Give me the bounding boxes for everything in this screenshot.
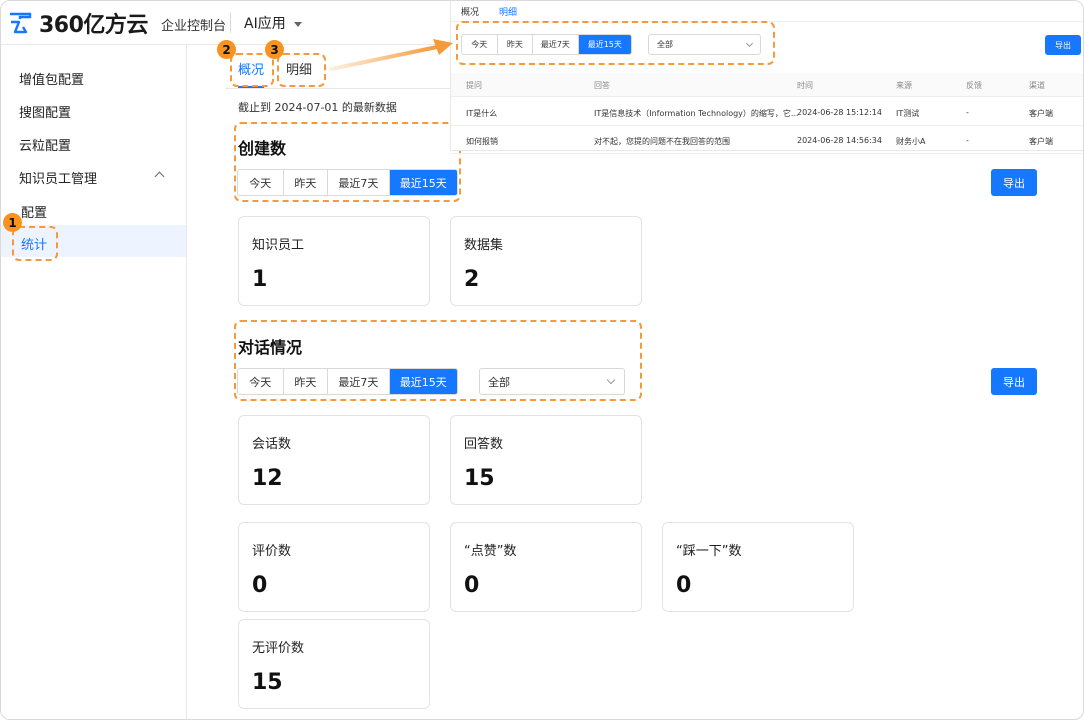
stat-card-datasets: 数据集 2 bbox=[450, 216, 642, 306]
dialog-export-button[interactable]: 导出 bbox=[991, 368, 1037, 395]
stat-label: 评价数 bbox=[252, 544, 292, 559]
table-row[interactable]: IT是什么 IT是信息技术（Information Technology）的缩写… bbox=[451, 98, 1083, 126]
create-export-button[interactable]: 导出 bbox=[991, 169, 1037, 196]
highlight-tab-overview bbox=[230, 53, 274, 87]
column-header-channel: 渠道 bbox=[1029, 81, 1045, 90]
cloud-logo-icon bbox=[10, 12, 32, 34]
stat-card-knowledge-staff: 知识员工 1 bbox=[238, 216, 430, 306]
console-label: 企业控制台 bbox=[161, 19, 227, 34]
cell-source: 财务小A bbox=[896, 137, 926, 146]
stat-value: 15 bbox=[252, 670, 283, 695]
stat-label: 知识员工 bbox=[252, 238, 305, 253]
cell-question: IT是什么 bbox=[466, 109, 498, 118]
stat-card-sessions: 会话数 12 bbox=[238, 415, 430, 505]
stat-card-answers: 回答数 15 bbox=[450, 415, 642, 505]
stat-label: 会话数 bbox=[252, 437, 292, 452]
cell-feedback: - bbox=[966, 136, 969, 145]
cell-time: 2024-06-28 15:12:14 bbox=[797, 108, 882, 117]
stat-card-no-rating: 无评价数 15 bbox=[238, 619, 430, 709]
stat-label: 数据集 bbox=[464, 238, 504, 253]
stat-value: 2 bbox=[464, 267, 480, 292]
stat-value: 1 bbox=[252, 267, 268, 292]
highlight-create-section bbox=[234, 122, 461, 202]
stat-card-likes: “点赞”数 0 bbox=[450, 522, 642, 612]
cell-answer: 对不起，您提的问题不在我回答的范围 bbox=[594, 137, 730, 146]
stat-label: 无评价数 bbox=[252, 641, 305, 656]
highlight-detail-filters bbox=[456, 21, 775, 65]
as-of-date: 截止到 2024-07-01 的最新数据 bbox=[238, 101, 397, 114]
chevron-up-icon[interactable] bbox=[154, 171, 165, 182]
detail-tab-detail[interactable]: 明细 bbox=[499, 5, 517, 18]
step-badge-2: 2 bbox=[217, 40, 236, 59]
cell-question: 如何报销 bbox=[466, 137, 498, 146]
cell-feedback: - bbox=[966, 108, 969, 117]
sidebar-item-addon-config[interactable]: 增值包配置 bbox=[19, 69, 84, 88]
sidebar: 增值包配置 搜图配置 云粒配置 知识员工管理 配置 统计 bbox=[1, 45, 187, 719]
app-switcher-label: AI应用 bbox=[244, 16, 286, 32]
detail-panel-tabs: 概况 明细 bbox=[461, 5, 517, 18]
sidebar-item-knowledge-staff[interactable]: 知识员工管理 bbox=[19, 168, 97, 187]
detail-tab-overview[interactable]: 概况 bbox=[461, 5, 479, 18]
step-badge-1: 1 bbox=[3, 213, 22, 232]
stat-value: 0 bbox=[464, 573, 480, 598]
column-header-answer: 回答 bbox=[594, 81, 610, 90]
stat-label: “点赞”数 bbox=[464, 544, 517, 559]
detail-table-header: 提问 回答 时间 来源 反馈 渠道 bbox=[451, 73, 1083, 97]
highlight-dialog-section bbox=[234, 320, 642, 401]
cell-source: IT测试 bbox=[896, 109, 920, 118]
stat-label: “踩一下”数 bbox=[676, 544, 742, 559]
stat-card-dislikes: “踩一下”数 0 bbox=[662, 522, 854, 612]
cell-channel: 客户端 bbox=[1029, 109, 1053, 118]
column-header-question: 提问 bbox=[466, 81, 482, 90]
detail-export-button[interactable]: 导出 bbox=[1045, 35, 1081, 55]
stat-label: 回答数 bbox=[464, 437, 504, 452]
app-switcher[interactable]: AI应用 bbox=[244, 13, 302, 33]
step-badge-3: 3 bbox=[265, 40, 284, 59]
cell-answer: IT是信息技术（Information Technology）的缩写，它... bbox=[594, 109, 799, 118]
caret-down-icon bbox=[293, 21, 302, 27]
column-header-feedback: 反馈 bbox=[966, 81, 982, 90]
highlight-statistics bbox=[12, 226, 58, 261]
highlight-tab-detail bbox=[277, 53, 326, 87]
column-header-source: 来源 bbox=[896, 81, 912, 90]
sidebar-item-image-search-config[interactable]: 搜图配置 bbox=[19, 102, 71, 121]
table-row[interactable]: 如何报销 对不起，您提的问题不在我回答的范围 2024-06-28 14:56:… bbox=[451, 126, 1083, 154]
logo[interactable]: 360亿方云 bbox=[7, 8, 148, 38]
brand-name: 360亿方云 bbox=[39, 13, 148, 38]
header-divider bbox=[230, 13, 231, 33]
tabs-divider bbox=[225, 88, 460, 89]
pointer-arrow-icon bbox=[329, 39, 453, 71]
stat-card-ratings: 评价数 0 bbox=[238, 522, 430, 612]
page-frame: 360亿方云 企业控制台 AI应用 增值包配置 搜图配置 云粒配置 知识员工管理… bbox=[0, 0, 1084, 720]
cell-channel: 客户端 bbox=[1029, 137, 1053, 146]
stat-value: 0 bbox=[676, 573, 692, 598]
column-header-time: 时间 bbox=[797, 81, 813, 90]
stat-value: 12 bbox=[252, 466, 283, 491]
sidebar-item-config[interactable]: 配置 bbox=[21, 202, 47, 221]
cell-time: 2024-06-28 14:56:34 bbox=[797, 136, 882, 145]
stat-value: 0 bbox=[252, 573, 268, 598]
sidebar-item-cloud-credit-config[interactable]: 云粒配置 bbox=[19, 135, 71, 154]
stat-value: 15 bbox=[464, 466, 495, 491]
